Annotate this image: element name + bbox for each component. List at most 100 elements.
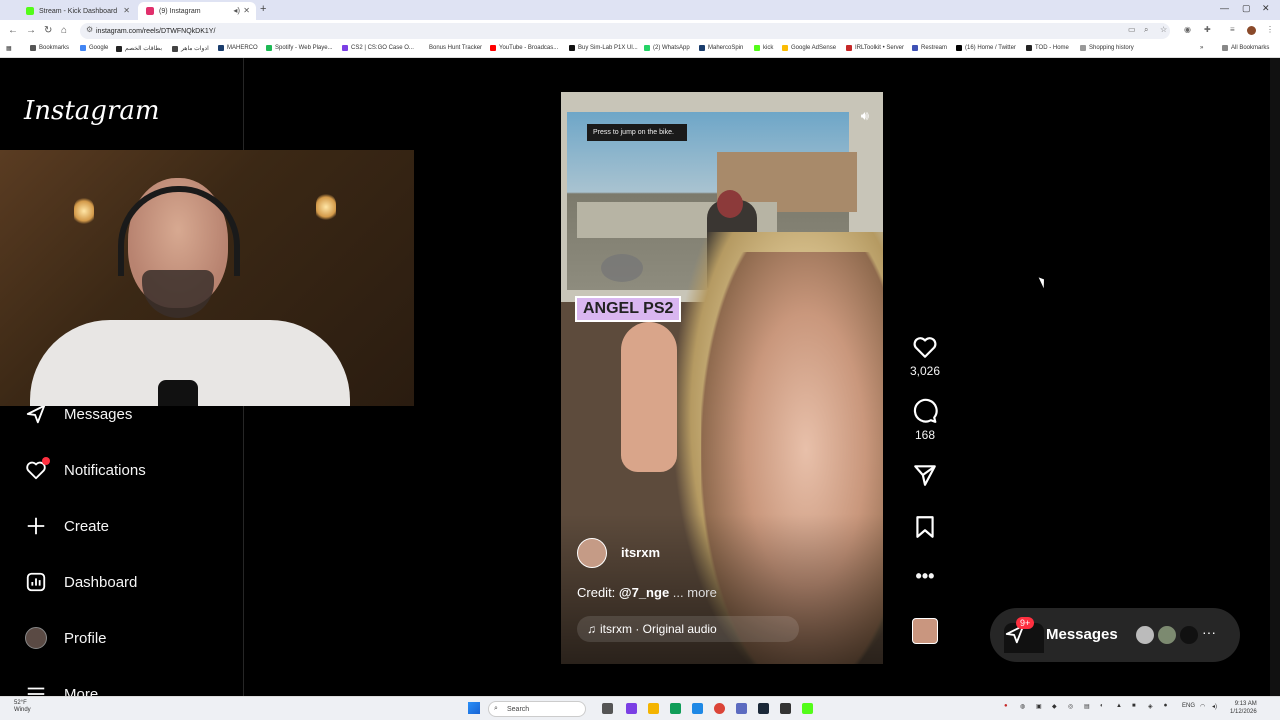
bookmark-item[interactable]: Google AdSense <box>782 45 836 51</box>
tray-icon[interactable]: ◐ <box>1100 703 1104 709</box>
profile-avatar-icon[interactable] <box>1247 26 1256 35</box>
instagram-logo[interactable]: Instagram <box>24 96 160 126</box>
bookmark-item[interactable]: MahercoSpin <box>699 45 743 51</box>
site-info-icon[interactable]: ⚙ <box>86 25 93 34</box>
bookmark-item[interactable]: MAHERCO <box>218 45 258 51</box>
bookmark-item[interactable]: بطاقات الخصم <box>116 45 162 52</box>
tray-icon[interactable]: ◍ <box>1020 703 1025 710</box>
taskbar-search[interactable]: ⌕ Search <box>488 701 586 717</box>
apps-icon[interactable]: ▦ <box>6 45 12 52</box>
speaker-icon[interactable]: 🔊︎ <box>861 108 869 124</box>
wifi-icon[interactable]: ◠ <box>1200 703 1205 710</box>
bookmark-item[interactable]: TOD - Home <box>1026 45 1069 51</box>
comment-button[interactable]: 168 <box>900 398 950 442</box>
edge-icon[interactable] <box>670 703 681 714</box>
tray-icon[interactable]: ◆ <box>1052 703 1057 710</box>
tray-icon[interactable]: ◎ <box>1068 703 1073 710</box>
back-icon[interactable]: ← <box>8 25 18 36</box>
ellipsis-icon[interactable]: ··· <box>1202 624 1216 640</box>
install-icon[interactable]: ▭ <box>1128 25 1136 34</box>
audio-thumbnail[interactable] <box>912 618 938 644</box>
extension-icon[interactable]: ◉ <box>1184 25 1191 34</box>
chevron-right-icon[interactable]: » <box>1200 45 1203 51</box>
microphone-icon[interactable]: ⏺ <box>1164 703 1167 710</box>
author-avatar[interactable] <box>577 538 607 568</box>
media-icon[interactable]: ≡ <box>1230 25 1235 34</box>
app-icon[interactable] <box>692 703 703 714</box>
minimize-icon[interactable]: — <box>1220 3 1229 13</box>
tray-icon[interactable]: ▤ <box>1084 703 1090 710</box>
task-view-icon[interactable] <box>602 703 613 714</box>
volume-icon[interactable]: ◂) <box>1212 703 1217 710</box>
tray-icon[interactable]: ▲ <box>1116 703 1122 709</box>
weather-widget[interactable]: 52°F Windy <box>14 700 31 714</box>
tray-icon[interactable]: ◈ <box>1148 703 1153 710</box>
reel-video[interactable]: Press to jump on the bike. ANGEL PS2 🔊︎ … <box>561 92 883 664</box>
all-bookmarks[interactable]: All Bookmarks <box>1222 45 1269 51</box>
home-icon[interactable]: ⌂ <box>61 25 67 36</box>
sidebar-item-profile[interactable]: Profile <box>24 626 107 650</box>
caption-handle[interactable]: @7_nge <box>619 585 669 600</box>
audio-chip[interactable]: ♫ itsrxm · Original audio <box>577 616 799 642</box>
address-toolbar: ← → ↻ ⌂ instagram.com/reels/DTWFNQkDK1Y/… <box>0 20 1280 42</box>
bookmark-item[interactable]: Bonus Hunt Tracker <box>420 45 482 51</box>
bookmark-item[interactable]: Shopping history <box>1080 45 1134 51</box>
close-icon[interactable]: ✕ <box>243 6 250 15</box>
more-options-button[interactable]: ••• <box>900 566 950 587</box>
microphone <box>158 380 198 406</box>
music-note-icon: ♫ <box>587 622 596 636</box>
bookmark-item[interactable]: YouTube - Broadcas... <box>490 45 558 51</box>
kebab-menu-icon[interactable]: ⋮ <box>1266 25 1274 34</box>
bookmark-item[interactable]: (2) WhatsApp <box>644 45 690 51</box>
language-indicator[interactable]: ENG <box>1182 703 1195 709</box>
tab-kick-dashboard[interactable]: Stream - Kick Dashboard ✕ <box>18 2 136 20</box>
close-icon[interactable]: ✕ <box>123 6 130 15</box>
lamp-decoration <box>74 198 94 224</box>
bookmark-item[interactable]: kick <box>754 45 773 51</box>
like-button[interactable]: 3,026 <box>900 334 950 378</box>
bookmark-item[interactable]: ادوات ماهر <box>172 45 209 52</box>
bookmark-item[interactable]: Restream <box>912 45 947 51</box>
tray-icon[interactable]: ■ <box>1132 703 1136 709</box>
app-icon[interactable] <box>626 703 637 714</box>
caption-more-link[interactable]: ... more <box>673 585 717 600</box>
messages-badge: 9+ <box>1016 617 1035 629</box>
kick-icon[interactable] <box>802 703 813 714</box>
new-tab-button[interactable]: + <box>260 3 266 15</box>
tab-instagram[interactable]: (9) Instagram ◂) ✕ <box>138 2 256 20</box>
share-button[interactable] <box>900 462 950 488</box>
file-explorer-icon[interactable] <box>648 703 659 714</box>
maximize-icon[interactable]: ▢ <box>1242 3 1251 14</box>
tray-icon[interactable]: ▣ <box>1036 703 1042 710</box>
puzzle-icon[interactable]: ✚ <box>1204 25 1211 34</box>
instagram-page: Instagram 9 Messages Notifications Creat… <box>0 58 1280 703</box>
messages-pill[interactable]: 9+ Messages ··· <box>990 608 1240 662</box>
discord-icon[interactable] <box>736 703 747 714</box>
bookmark-item[interactable]: Spotify - Web Playe... <box>266 45 333 51</box>
bookmark-item[interactable]: (16) Home / Twitter <box>956 45 1016 51</box>
star-icon[interactable]: ☆ <box>1160 25 1167 34</box>
forward-icon[interactable]: → <box>26 25 36 36</box>
bookmark-item[interactable]: IRLToolkit • Server <box>846 45 904 51</box>
reload-icon[interactable]: ↻ <box>44 25 52 36</box>
url-field[interactable]: instagram.com/reels/DTWFNQkDK1Y/ <box>80 23 1170 39</box>
tray-icon[interactable]: ● <box>1004 703 1008 709</box>
windows-start-icon[interactable] <box>468 702 480 714</box>
bookmark-item[interactable]: CS2 | CS:GO Case O... <box>342 45 414 51</box>
scrollbar[interactable] <box>1270 58 1280 696</box>
save-button[interactable] <box>900 514 950 540</box>
app-icon[interactable] <box>780 703 791 714</box>
zoom-icon[interactable]: ⌕ <box>1144 25 1148 35</box>
window-close-icon[interactable]: ✕ <box>1262 3 1270 14</box>
sidebar-item-create[interactable]: Create <box>24 514 109 538</box>
speaker-icon[interactable]: ◂) <box>233 6 240 15</box>
sidebar-item-dashboard[interactable]: Dashboard <box>24 570 137 594</box>
author-username[interactable]: itsrxm <box>621 545 660 560</box>
steam-icon[interactable] <box>758 703 769 714</box>
bookmark-item[interactable]: Google <box>80 45 108 51</box>
chrome-icon[interactable] <box>714 703 725 714</box>
bookmark-item[interactable]: Bookmarks <box>30 45 69 51</box>
bookmark-item[interactable]: Buy Sim-Lab P1X Ul... <box>569 45 638 51</box>
sidebar-item-notifications[interactable]: Notifications <box>24 457 146 482</box>
clock[interactable]: 9:13 AM 1/12/2026 <box>1230 700 1257 716</box>
